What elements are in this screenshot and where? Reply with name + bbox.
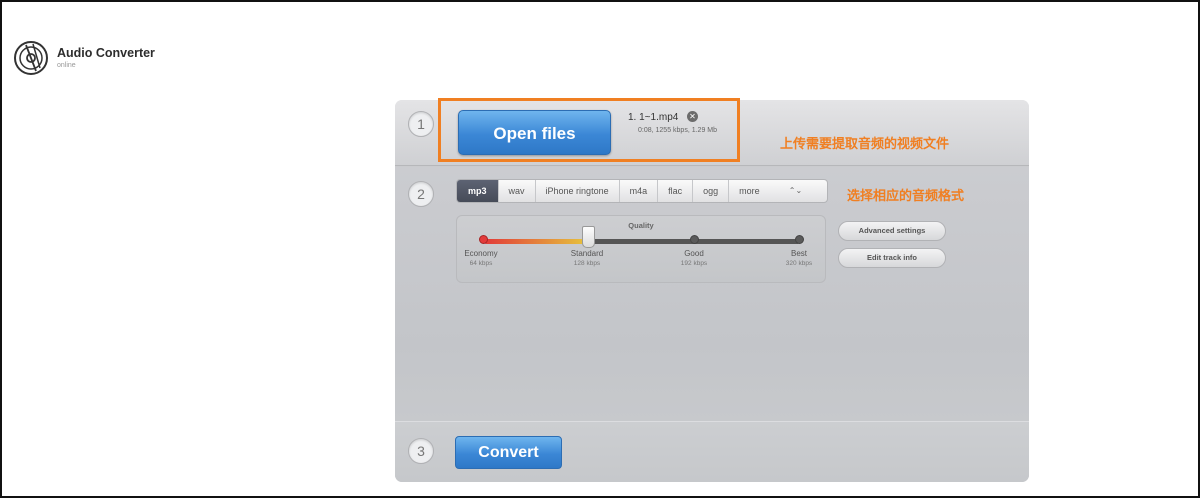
quality-stop-best[interactable]	[795, 235, 804, 244]
quality-level-bitrate: 64 kbps	[469, 260, 493, 267]
format-step: 2 mp3 wav iPhone ringtone m4a flac ogg m…	[395, 167, 1029, 421]
quality-level-best[interactable]: Best 320 kbps	[771, 249, 827, 267]
format-tab-wav[interactable]: wav	[499, 180, 536, 202]
quality-selector: Quality Economy 64 kbps Standard 128 kbp…	[456, 215, 826, 283]
quality-level-name: Economy	[464, 249, 498, 258]
upload-highlight-box	[438, 98, 740, 162]
step-number: 1	[408, 111, 434, 137]
step-number: 3	[408, 438, 434, 464]
quality-level-name: Best	[790, 249, 807, 258]
convert-step: 3 Convert	[395, 421, 1029, 482]
quality-title: Quality	[628, 221, 654, 230]
format-tab-m4a[interactable]: m4a	[620, 180, 659, 202]
format-tab-mp3[interactable]: mp3	[457, 180, 499, 202]
quality-stop-good[interactable]	[690, 235, 699, 244]
quality-slider-fill	[484, 239, 590, 244]
format-annotation: 选择相应的音频格式	[847, 188, 965, 203]
quality-stop-economy[interactable]	[479, 235, 488, 244]
quality-level-bitrate: 128 kbps	[573, 260, 601, 267]
quality-level-standard[interactable]: Standard 128 kbps	[559, 249, 615, 267]
step-number: 2	[408, 181, 434, 207]
convert-button[interactable]: Convert	[455, 436, 562, 469]
format-tab-ogg[interactable]: ogg	[693, 180, 730, 202]
quality-level-good[interactable]: Good 192 kbps	[666, 249, 722, 267]
format-more-label: more	[739, 186, 760, 196]
record-disc-icon	[14, 41, 48, 75]
brand[interactable]: Audio Converter online	[13, 40, 155, 76]
brand-subtitle: online	[57, 61, 76, 69]
edit-track-info-button[interactable]: Edit track info	[838, 248, 946, 268]
quality-slider-thumb[interactable]	[582, 226, 596, 248]
format-tab-flac[interactable]: flac	[658, 180, 694, 202]
quality-level-name: Standard	[570, 249, 604, 258]
upload-annotation: 上传需要提取音频的视频文件	[780, 136, 950, 151]
advanced-settings-button[interactable]: Advanced settings	[838, 221, 946, 241]
format-more-dropdown[interactable]: more ⌃⌄	[729, 180, 811, 202]
format-tab-iphone-ringtone[interactable]: iPhone ringtone	[536, 180, 620, 202]
quality-level-bitrate: 192 kbps	[680, 260, 708, 267]
brand-title: Audio Converter	[57, 46, 155, 61]
quality-slider-track[interactable]	[484, 239, 800, 244]
quality-level-name: Good	[684, 249, 704, 258]
format-tabs: mp3 wav iPhone ringtone m4a flac ogg mor…	[456, 179, 828, 203]
quality-level-economy[interactable]: Economy 64 kbps	[453, 249, 509, 267]
quality-level-bitrate: 320 kbps	[785, 260, 813, 267]
select-arrows-icon: ⌃⌄	[788, 186, 803, 195]
